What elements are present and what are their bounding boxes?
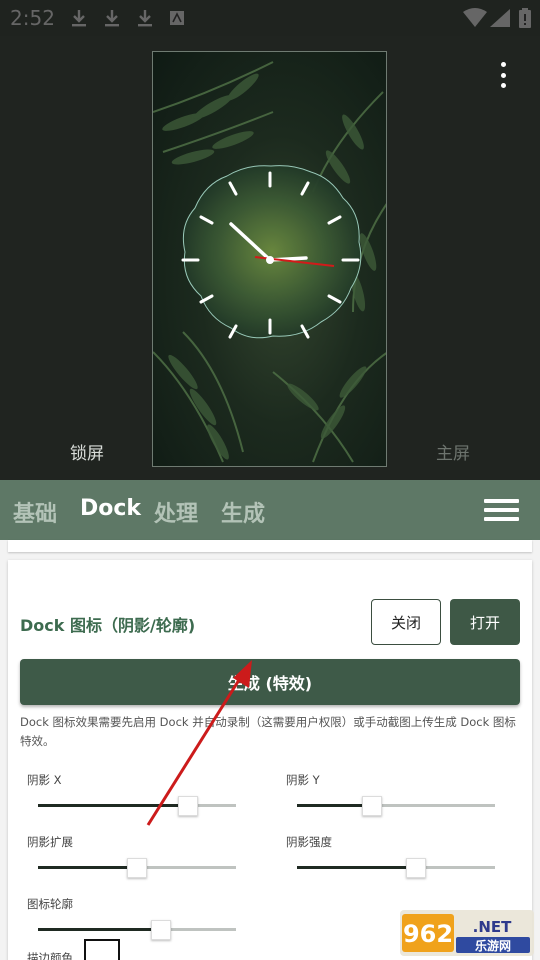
slider-thumb[interactable]: [362, 796, 382, 816]
status-bar: 2:52: [0, 0, 540, 36]
shadow-y-slider[interactable]: [297, 796, 495, 816]
fern-clock-image: [153, 61, 386, 463]
more-options-button[interactable]: [492, 58, 514, 92]
download-icon: [103, 8, 121, 28]
signal-icon: [490, 8, 512, 28]
watermark-number: 962: [403, 920, 453, 948]
wallpaper-preview[interactable]: [152, 51, 387, 467]
download-icon: [70, 8, 88, 28]
slider-thumb[interactable]: [178, 796, 198, 816]
shadow-x-slider[interactable]: [38, 796, 236, 816]
close-button[interactable]: 关闭: [371, 599, 441, 645]
stroke-color-label: 描边颜色: [27, 951, 73, 960]
content-area: Dock 图标（阴影/轮廓) 关闭 打开 生成 (特效) Dock 图标效果需要…: [0, 540, 540, 960]
slider-thumb[interactable]: [406, 858, 426, 878]
dock-description: Dock 图标效果需要先启用 Dock 并自动录制（这需要用户权限）或手动截图上…: [20, 715, 516, 748]
wifi-icon: [463, 8, 487, 28]
tab-bar: 基础 Dock 处理 生成: [0, 480, 540, 540]
tab-basic[interactable]: 基础: [13, 496, 57, 528]
site-watermark-logo: 962 .NET 乐游网: [400, 910, 534, 956]
slider-thumb[interactable]: [127, 858, 147, 878]
icon-outline-slider[interactable]: [38, 920, 236, 940]
shadow-y-label: 阴影 Y: [286, 773, 320, 787]
icon-outline-label: 图标轮廓: [27, 897, 73, 911]
shadow-x-label: 阴影 X: [27, 773, 62, 787]
hamburger-menu-icon[interactable]: [484, 499, 519, 521]
tab-dock[interactable]: Dock: [80, 496, 141, 521]
home-screen-label[interactable]: 主屏: [436, 439, 470, 464]
generate-effect-button[interactable]: 生成 (特效): [20, 659, 520, 705]
open-button[interactable]: 打开: [450, 599, 520, 645]
watermark-domain: .NET: [473, 918, 512, 936]
shadow-spread-label: 阴影扩展: [27, 835, 73, 849]
dock-icon-card: Dock 图标（阴影/轮廓) 关闭 打开 生成 (特效) Dock 图标效果需要…: [8, 560, 532, 960]
app-notification-icon: [169, 8, 185, 28]
previous-card: [8, 540, 532, 552]
shadow-intensity-label: 阴影强度: [286, 835, 332, 849]
lock-screen-label[interactable]: 锁屏: [70, 439, 104, 464]
battery-icon: [519, 8, 531, 28]
download-icon: [136, 8, 154, 28]
slider-thumb[interactable]: [151, 920, 171, 940]
status-time: 2:52: [10, 6, 55, 30]
tab-generate[interactable]: 生成: [221, 496, 265, 528]
dock-card-title: Dock 图标（阴影/轮廓): [20, 616, 196, 635]
stroke-color-swatch[interactable]: [84, 939, 120, 960]
watermark-site-name: 乐游网: [475, 938, 511, 953]
tab-process[interactable]: 处理: [154, 496, 198, 528]
shadow-intensity-slider[interactable]: [297, 858, 495, 878]
shadow-spread-slider[interactable]: [38, 858, 236, 878]
